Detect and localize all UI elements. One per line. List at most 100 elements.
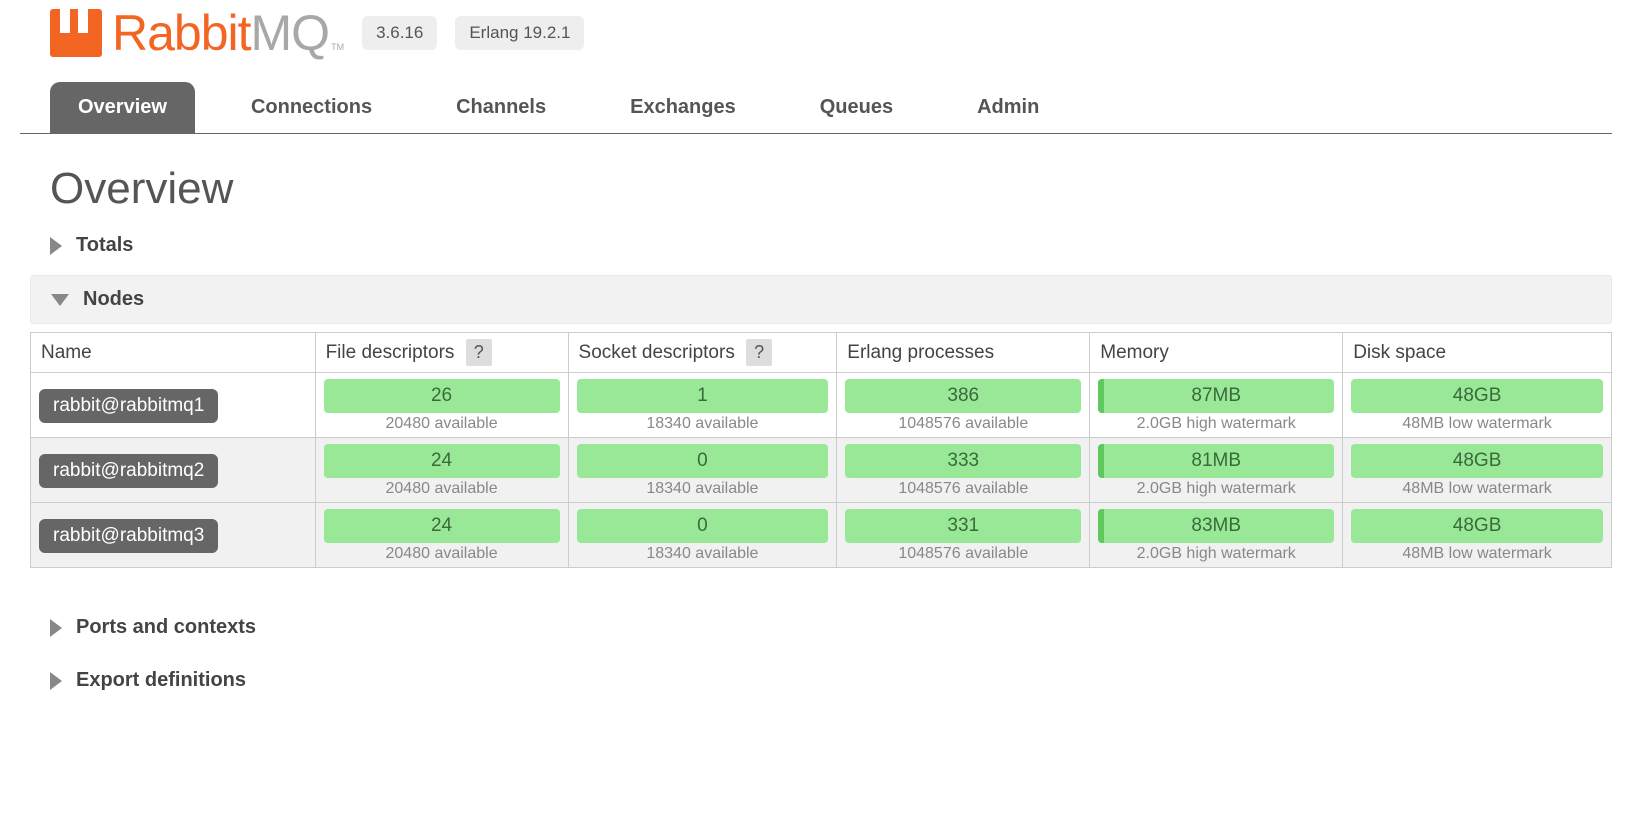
chevron-right-icon	[50, 619, 62, 637]
tab-channels[interactable]: Channels	[428, 82, 574, 133]
sd-cell: 1 18340 available	[568, 373, 837, 438]
fd-bar: 26	[324, 379, 560, 413]
section-totals: Totals	[30, 222, 1612, 269]
ep-sub: 1048576 available	[845, 480, 1081, 498]
section-ports-title: Ports and contexts	[76, 616, 256, 639]
chevron-right-icon	[50, 672, 62, 690]
col-file-descriptors[interactable]: File descriptors ?	[315, 333, 568, 373]
sd-bar: 0	[577, 509, 829, 543]
col-memory[interactable]: Memory	[1090, 333, 1343, 373]
ep-bar: 333	[845, 444, 1081, 478]
help-icon[interactable]: ?	[466, 339, 492, 366]
col-disk-space[interactable]: Disk space	[1343, 333, 1612, 373]
chevron-right-icon	[50, 237, 62, 255]
mem-cell: 83MB 2.0GB high watermark	[1090, 503, 1343, 568]
tab-exchanges[interactable]: Exchanges	[602, 82, 764, 133]
chevron-down-icon	[51, 294, 69, 306]
ep-cell: 333 1048576 available	[837, 438, 1090, 503]
fd-cell: 26 20480 available	[315, 373, 568, 438]
ep-sub: 1048576 available	[845, 545, 1081, 563]
trademark-label: TM	[331, 42, 344, 52]
mem-cell: 81MB 2.0GB high watermark	[1090, 438, 1343, 503]
section-nodes-title: Nodes	[83, 288, 144, 311]
fd-sub: 20480 available	[324, 545, 560, 563]
mem-bar: 87MB	[1098, 379, 1334, 413]
version-badge: 3.6.16	[362, 16, 437, 50]
mem-bar: 83MB	[1098, 509, 1334, 543]
mem-sub: 2.0GB high watermark	[1098, 415, 1334, 433]
section-totals-header[interactable]: Totals	[30, 222, 1612, 269]
tab-overview[interactable]: Overview	[50, 82, 195, 133]
col-erlang-processes[interactable]: Erlang processes	[837, 333, 1090, 373]
mem-mark	[1098, 444, 1104, 478]
nodes-table: Name File descriptors ? Socket descripto…	[30, 332, 1612, 568]
mem-val: 81MB	[1191, 450, 1241, 471]
section-nodes: Nodes	[30, 275, 1612, 324]
table-row: rabbit@rabbitmq2 24 20480 available 0 18…	[31, 438, 1612, 503]
mem-bar: 81MB	[1098, 444, 1334, 478]
ep-bar: 386	[845, 379, 1081, 413]
tab-admin[interactable]: Admin	[949, 82, 1067, 133]
sd-bar: 0	[577, 444, 829, 478]
fd-cell: 24 20480 available	[315, 438, 568, 503]
fd-cell: 24 20480 available	[315, 503, 568, 568]
section-totals-title: Totals	[76, 234, 133, 257]
section-export-header[interactable]: Export definitions	[30, 657, 1612, 704]
ep-sub: 1048576 available	[845, 415, 1081, 433]
disk-sub: 48MB low watermark	[1351, 480, 1603, 498]
mem-sub: 2.0GB high watermark	[1098, 545, 1334, 563]
section-ports-header[interactable]: Ports and contexts	[30, 604, 1612, 651]
disk-cell: 48GB 48MB low watermark	[1343, 373, 1612, 438]
fd-sub: 20480 available	[324, 415, 560, 433]
node-name-link[interactable]: rabbit@rabbitmq2	[39, 454, 218, 488]
rabbitmq-logo-icon	[50, 9, 102, 57]
fd-bar: 24	[324, 509, 560, 543]
tab-connections[interactable]: Connections	[223, 82, 400, 133]
mem-cell: 87MB 2.0GB high watermark	[1090, 373, 1343, 438]
logo-text: RabbitMQ	[112, 4, 329, 62]
disk-cell: 48GB 48MB low watermark	[1343, 438, 1612, 503]
col-fd-label: File descriptors	[326, 342, 455, 363]
section-export-title: Export definitions	[76, 669, 246, 692]
help-icon[interactable]: ?	[746, 339, 772, 366]
sd-cell: 0 18340 available	[568, 438, 837, 503]
section-nodes-header[interactable]: Nodes	[30, 275, 1612, 324]
page-title: Overview	[50, 164, 1612, 214]
section-export: Export definitions	[30, 657, 1612, 704]
disk-cell: 48GB 48MB low watermark	[1343, 503, 1612, 568]
node-name-link[interactable]: rabbit@rabbitmq1	[39, 389, 218, 423]
col-socket-descriptors[interactable]: Socket descriptors ?	[568, 333, 837, 373]
section-ports: Ports and contexts	[30, 604, 1612, 651]
col-name[interactable]: Name	[31, 333, 316, 373]
erlang-version-badge: Erlang 19.2.1	[455, 16, 584, 50]
mem-mark	[1098, 509, 1104, 543]
sd-sub: 18340 available	[577, 480, 829, 498]
ep-bar: 331	[845, 509, 1081, 543]
sd-sub: 18340 available	[577, 415, 829, 433]
ep-cell: 386 1048576 available	[837, 373, 1090, 438]
sd-bar: 1	[577, 379, 829, 413]
col-sd-label: Socket descriptors	[579, 342, 735, 363]
rabbitmq-logo[interactable]: RabbitMQ TM	[50, 4, 344, 62]
ep-cell: 331 1048576 available	[837, 503, 1090, 568]
header: RabbitMQ TM 3.6.16 Erlang 19.2.1	[20, 0, 1612, 82]
node-name-link[interactable]: rabbit@rabbitmq3	[39, 519, 218, 553]
disk-bar: 48GB	[1351, 379, 1603, 413]
sd-cell: 0 18340 available	[568, 503, 837, 568]
disk-sub: 48MB low watermark	[1351, 415, 1603, 433]
mem-val: 83MB	[1191, 515, 1241, 536]
mem-val: 87MB	[1191, 385, 1241, 406]
sd-sub: 18340 available	[577, 545, 829, 563]
table-row: rabbit@rabbitmq1 26 20480 available 1 18…	[31, 373, 1612, 438]
fd-sub: 20480 available	[324, 480, 560, 498]
fd-bar: 24	[324, 444, 560, 478]
tab-queues[interactable]: Queues	[792, 82, 921, 133]
mem-sub: 2.0GB high watermark	[1098, 480, 1334, 498]
disk-bar: 48GB	[1351, 509, 1603, 543]
mem-mark	[1098, 379, 1104, 413]
disk-bar: 48GB	[1351, 444, 1603, 478]
disk-sub: 48MB low watermark	[1351, 545, 1603, 563]
table-header-row: Name File descriptors ? Socket descripto…	[31, 333, 1612, 373]
main-tabs: Overview Connections Channels Exchanges …	[20, 82, 1612, 134]
table-row: rabbit@rabbitmq3 24 20480 available 0 18…	[31, 503, 1612, 568]
